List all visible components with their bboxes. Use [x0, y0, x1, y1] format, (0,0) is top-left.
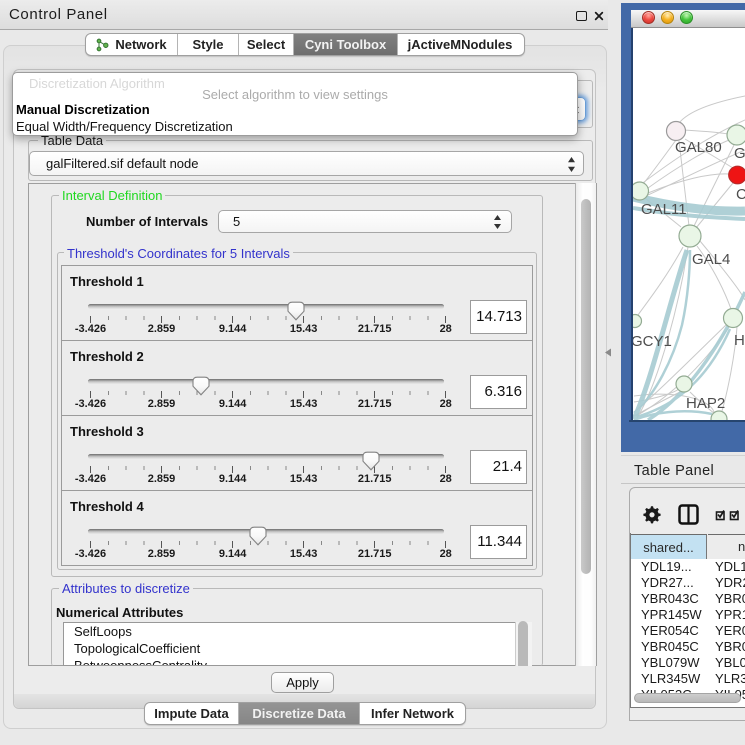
svg-text:GAL80: GAL80 [675, 139, 722, 156]
svg-text:GAL4: GAL4 [692, 251, 730, 268]
svg-text:GAL11: GAL11 [641, 201, 687, 218]
svg-text:GA: GA [734, 145, 745, 162]
svg-text:H: H [734, 332, 745, 349]
svg-text:GCY1: GCY1 [633, 333, 672, 350]
svg-text:C: C [736, 186, 745, 203]
svg-text:HAP2: HAP2 [686, 395, 725, 412]
